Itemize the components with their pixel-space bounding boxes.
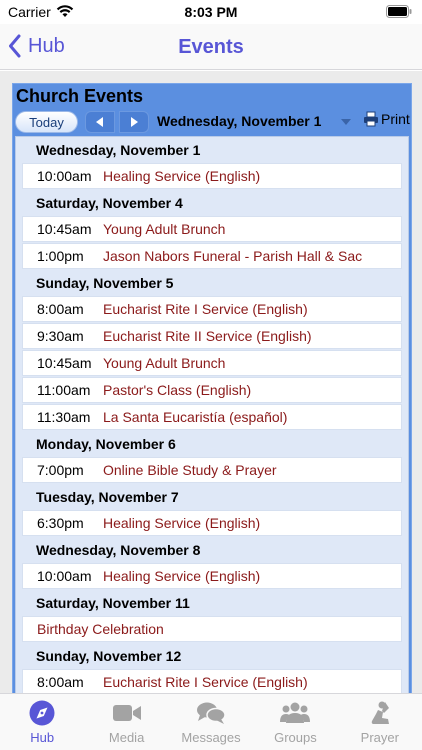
event-title[interactable]: Healing Service (English) (103, 568, 260, 584)
day-header: Sunday, November 5 (36, 275, 174, 291)
tab-label: Hub (30, 730, 55, 745)
day-header: Sunday, November 12 (36, 648, 182, 664)
event-row[interactable]: 10:00am Healing Service (English) (22, 163, 402, 189)
status-bar: Carrier 8:03 PM (0, 0, 422, 24)
day-header: Saturday, November 4 (36, 195, 183, 211)
current-date-label[interactable]: Wednesday, November 1 (157, 113, 321, 129)
people-icon (280, 702, 311, 723)
event-title[interactable]: Jason Nabors Funeral - Parish Hall & Sac (103, 248, 362, 264)
event-title[interactable]: Eucharist Rite I Service (English) (103, 674, 308, 690)
compass-icon (29, 700, 55, 726)
event-time: 8:00am (37, 301, 84, 317)
event-time: 1:00pm (37, 248, 84, 264)
print-label: Print (381, 111, 410, 127)
event-row[interactable]: 9:30am Eucharist Rite II Service (Englis… (22, 323, 402, 349)
triangle-right-icon (131, 117, 138, 127)
previous-button[interactable] (85, 111, 115, 133)
event-title[interactable]: Eucharist Rite II Service (English) (103, 328, 312, 344)
calendar-toolbar: Today Wednesday, November 1 Print (15, 110, 410, 134)
calendar-title: Church Events (16, 86, 144, 106)
event-title[interactable]: Pastor's Class (English) (103, 382, 251, 398)
day-header: Saturday, November 11 (36, 595, 190, 611)
event-row[interactable]: 8:00am Eucharist Rite I Service (English… (22, 669, 402, 693)
event-time: 10:00am (37, 568, 92, 584)
event-row[interactable]: 6:30pm Healing Service (English) (22, 510, 402, 536)
day-header: Tuesday, November 7 (36, 489, 179, 505)
event-row[interactable]: 11:30am La Santa Eucaristía (español) (22, 404, 402, 430)
back-button[interactable]: Hub (8, 34, 65, 58)
event-time: 8:00am (37, 674, 84, 690)
agenda-list[interactable]: Wednesday, November 1 10:00am Healing Se… (15, 136, 409, 693)
event-time: 6:30pm (37, 515, 84, 531)
event-row[interactable]: 1:00pm Jason Nabors Funeral - Parish Hal… (22, 243, 402, 269)
status-time: 8:03 PM (184, 4, 238, 20)
event-title[interactable]: Healing Service (English) (103, 515, 260, 531)
event-row[interactable]: 10:45am Young Adult Brunch (22, 350, 402, 376)
event-title[interactable]: Eucharist Rite I Service (English) (103, 301, 308, 317)
event-row[interactable]: 10:45am Young Adult Brunch (22, 216, 402, 242)
tab-label: Media (108, 730, 145, 745)
praying-person-icon (371, 701, 389, 724)
battery-icon (386, 5, 412, 18)
video-camera-icon (112, 705, 141, 721)
tab-media[interactable]: Media (84, 694, 168, 750)
event-row[interactable]: Birthday Celebration (22, 616, 402, 642)
event-row[interactable]: 10:00am Healing Service (English) (22, 563, 402, 589)
dropdown-arrow-icon[interactable] (341, 119, 351, 125)
navigation-bar: Hub Events (0, 24, 422, 70)
chevron-left-icon (9, 34, 21, 58)
tab-prayer[interactable]: Prayer (338, 694, 422, 750)
event-time: 10:45am (37, 355, 92, 371)
event-title[interactable]: Young Adult Brunch (103, 355, 225, 371)
event-title[interactable]: Online Bible Study & Prayer (103, 462, 277, 478)
tab-groups[interactable]: Groups (253, 694, 337, 750)
event-time: 7:00pm (37, 462, 84, 478)
back-button-label: Hub (28, 34, 65, 57)
printer-icon (364, 111, 378, 127)
chat-bubbles-icon (197, 702, 226, 724)
tab-bar: Hub Media Messages Groups Prayer (0, 693, 422, 750)
tab-messages[interactable]: Messages (169, 694, 253, 750)
tab-label: Groups (274, 730, 317, 745)
event-time: 10:45am (37, 221, 92, 237)
event-time: 11:30am (37, 409, 91, 425)
triangle-left-icon (96, 117, 103, 127)
day-header: Monday, November 6 (36, 436, 176, 452)
event-title[interactable]: Healing Service (English) (103, 168, 260, 184)
event-title[interactable]: Young Adult Brunch (103, 221, 225, 237)
event-title[interactable]: Birthday Celebration (23, 621, 164, 637)
event-time: 10:00am (37, 168, 92, 184)
tab-hub[interactable]: Hub (0, 694, 84, 750)
today-button[interactable]: Today (15, 111, 78, 133)
tab-label: Prayer (360, 730, 399, 745)
day-header: Wednesday, November 1 (36, 142, 201, 158)
print-button[interactable]: Print (363, 111, 410, 127)
event-time: 9:30am (37, 328, 84, 344)
event-row[interactable]: 7:00pm Online Bible Study & Prayer (22, 457, 402, 483)
content-area: Church Events Today Wednesday, November … (0, 71, 422, 693)
calendar-widget: Church Events Today Wednesday, November … (12, 83, 412, 693)
event-time: 11:00am (37, 382, 91, 398)
event-title[interactable]: La Santa Eucaristía (español) (103, 409, 287, 425)
event-row[interactable]: 8:00am Eucharist Rite I Service (English… (22, 296, 402, 322)
event-row[interactable]: 11:00am Pastor's Class (English) (22, 377, 402, 403)
tab-label: Messages (181, 730, 241, 745)
day-header: Wednesday, November 8 (36, 542, 201, 558)
next-button[interactable] (119, 111, 149, 133)
